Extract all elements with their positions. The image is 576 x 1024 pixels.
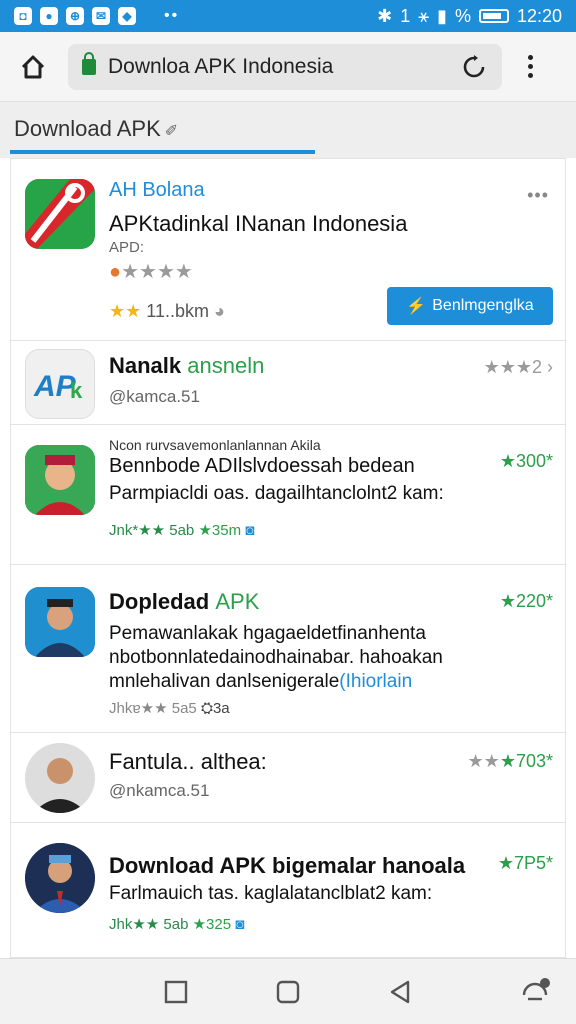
app-description-line-1: Pemawanlakak hgagaeldetfinanhenta xyxy=(109,623,426,644)
lock-icon xyxy=(82,51,96,75)
more-options-icon[interactable]: ••• xyxy=(527,185,549,206)
app-meta: Jhk★★ 5ab ★325 ◙ xyxy=(109,916,245,933)
home-button[interactable] xyxy=(14,48,52,86)
more-notifications-icon: •• xyxy=(164,7,180,24)
overflow-menu-button[interactable] xyxy=(520,55,540,78)
notification-icon: ◘ xyxy=(14,7,32,25)
wifi-icon: ⚹ xyxy=(418,5,430,26)
pin-icon: ✐ xyxy=(164,123,179,140)
list-item[interactable]: Dopledad APK Pemawanlakak hgagaeldetfina… xyxy=(11,565,565,733)
list-item[interactable]: Fantula.. althea: @nkamca.51 ★★★703* xyxy=(11,733,565,823)
featured-score: ★★ 11..bkm ◕ xyxy=(109,301,225,321)
svg-text:k: k xyxy=(70,378,83,403)
featured-developer: AH Bolana xyxy=(109,179,205,201)
browser-toolbar: Downloa APK Indonesia xyxy=(0,32,576,102)
home-nav-button[interactable] xyxy=(275,979,301,1005)
back-triangle-icon xyxy=(390,980,410,1003)
featured-rating-stars: ●★★★★ xyxy=(109,261,193,283)
active-tab-indicator xyxy=(10,150,315,154)
page-title: Download APK xyxy=(14,116,161,141)
featured-title: APKtadinkal INanan Indonesia xyxy=(109,211,408,236)
assistant-button[interactable] xyxy=(520,977,550,1007)
list-item[interactable]: AP k Nanalk ansneln @kamca.51 ★★★2 › xyxy=(11,341,565,425)
apk-logo-icon: AP k xyxy=(25,349,95,419)
featured-app-card[interactable]: AH Bolana APKtadinkal INanan Indonesia A… xyxy=(11,159,565,341)
message-icon: ✉ xyxy=(92,7,110,25)
app-meta: Jnk*★★ 5ab ★35m ◙ xyxy=(109,522,255,539)
app-description-line-2: nbotbonnlatedainodhainabar. hahoakan xyxy=(109,647,443,668)
app-developer: @kamca.51 xyxy=(109,387,200,406)
alarm-icon: ⊕ xyxy=(66,7,84,25)
app-name: Download APK bigemalar hanoala xyxy=(109,853,466,878)
avatar-icon xyxy=(25,743,95,813)
rating-badge-icon: ● xyxy=(109,261,122,283)
install-button[interactable]: ⚡ Benlmgenglka xyxy=(387,287,553,325)
app-tagline: Ncon rurvsavemonlanlannan Akila xyxy=(109,437,321,453)
clock: 12:20 xyxy=(516,5,562,26)
app-developer: @nkamca.51 xyxy=(109,781,210,800)
avatar-icon xyxy=(25,445,95,515)
list-item[interactable]: Ncon rurvsavemonlanlannan Akila Bennbode… xyxy=(11,425,565,565)
signal-text: 1 xyxy=(400,5,411,26)
app-rating: ★★★2 › xyxy=(483,357,553,377)
featured-subtitle: APD: xyxy=(109,239,145,256)
bluetooth-icon: ✱ xyxy=(377,5,393,26)
back-button[interactable] xyxy=(387,979,413,1005)
address-bar[interactable]: Downloa APK Indonesia xyxy=(68,43,502,90)
app-name: Dopledad APK xyxy=(109,589,260,614)
app-name: Nanalk ansneln xyxy=(109,353,265,378)
app-rating: ★220* xyxy=(499,591,553,611)
download-icon: ⚡ xyxy=(406,298,427,315)
battery-icon xyxy=(478,9,509,23)
app-name: Fantula.. althea: xyxy=(109,749,267,774)
recents-button[interactable] xyxy=(163,979,189,1005)
app-description-line-3: mnlehalivan danlsenigerale(Ihiorlain xyxy=(109,671,413,692)
reload-icon xyxy=(463,54,485,77)
app-meta: Jhkɐ★★ 5a5 ⛭3a xyxy=(109,700,230,717)
assistant-icon xyxy=(522,978,550,1001)
rounded-square-icon xyxy=(276,980,300,1003)
chat-icon: ● xyxy=(40,7,58,25)
avatar-icon xyxy=(25,587,95,657)
globe-icon: ◕ xyxy=(214,301,225,321)
battery-percent: % xyxy=(454,5,471,26)
app-rating: ★7P5* xyxy=(497,853,553,873)
app-name: Bennbode ADIlslvdoessah bedean xyxy=(109,455,415,477)
app-rating: ★★★703* xyxy=(467,751,553,771)
app-description: Farlmauich tas. kaglalatanclblat2 kam: xyxy=(109,883,433,904)
app-rating: ★300* xyxy=(499,451,553,471)
cloud-icon: ◆ xyxy=(118,7,136,25)
signal-bars-icon: ▮ xyxy=(437,5,447,26)
square-icon xyxy=(164,980,188,1003)
featured-app-icon xyxy=(25,179,95,249)
list-item[interactable]: Download APK bigemalar hanoala Farlmauic… xyxy=(11,823,565,957)
app-description: Parmpiacldi oas. dagailhtanclolnt2 kam: xyxy=(109,483,444,504)
status-bar: ◘ ● ⊕ ✉ ◆ •• ✱ 1 ⚹ ▮ % 12:20 xyxy=(0,0,576,32)
url-text: Downloa APK Indonesia xyxy=(108,54,334,78)
avatar-icon xyxy=(25,843,95,913)
app-list: AH Bolana APKtadinkal INanan Indonesia A… xyxy=(10,158,566,958)
reload-button[interactable] xyxy=(460,53,488,81)
home-icon xyxy=(21,55,45,78)
system-nav-bar xyxy=(0,958,576,1024)
